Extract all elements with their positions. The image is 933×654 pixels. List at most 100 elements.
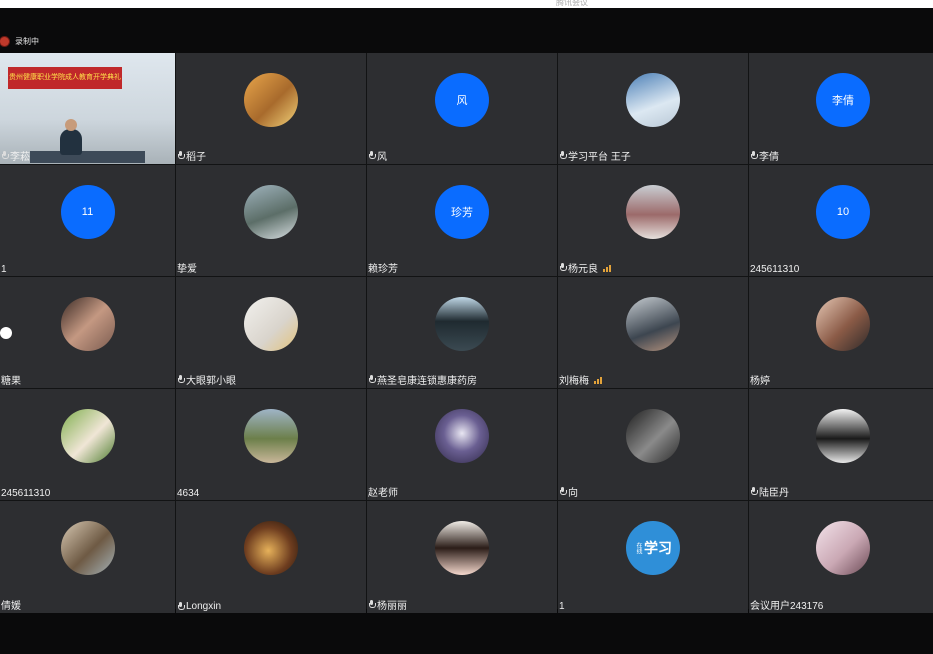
participant-tile[interactable]: 学习平台 王子 (558, 53, 748, 164)
mic-icon (177, 375, 185, 384)
avatar: 在线 学习 (626, 521, 680, 575)
avatar (244, 521, 298, 575)
recording-label: 录制中 (15, 36, 39, 46)
participant-name: 向 (559, 484, 578, 499)
avatar (435, 521, 489, 575)
participant-tile[interactable]: 杨婷 (749, 277, 933, 388)
participant-tile[interactable]: 245611310 (0, 389, 175, 500)
participant-name: 1 (1, 264, 7, 275)
avatar (60, 297, 115, 351)
avatar (626, 297, 680, 351)
mic-icon (177, 602, 185, 611)
participant-name: 李倩 (750, 148, 779, 163)
floating-handle[interactable] (0, 327, 12, 339)
avatar (816, 409, 870, 463)
mic-icon (559, 263, 567, 272)
participant-tile[interactable]: 贵州健康职业学院成人教育开学典礼 李菘 (0, 53, 175, 164)
mic-icon (368, 151, 376, 160)
participant-tile[interactable]: 糖果 (0, 277, 175, 388)
participant-name: 稻子 (177, 148, 206, 163)
video-desk (30, 151, 145, 163)
avatar (626, 409, 680, 463)
participant-name: 245611310 (750, 264, 800, 275)
participant-name: 倩媛 (1, 601, 21, 612)
mic-icon (368, 600, 376, 609)
window-title: 腾讯会议 (556, 0, 588, 7)
avatar (626, 185, 680, 239)
mic-icon (750, 487, 758, 496)
avatar: 11 (60, 185, 115, 239)
avatar: 李倩 (816, 73, 870, 127)
logo-big-text: 学习 (644, 540, 672, 556)
participant-tile[interactable]: 风 风 (367, 53, 557, 164)
avatar (816, 521, 870, 575)
avatar (435, 297, 489, 351)
participant-tile[interactable]: 杨元良 (558, 165, 748, 276)
mic-icon (368, 375, 376, 384)
participant-tile[interactable]: 陆臣丹 (749, 389, 933, 500)
participant-tile[interactable]: 11 1 (0, 165, 175, 276)
participant-name: 挚爱 (177, 264, 197, 275)
participant-name: 杨婷 (750, 376, 770, 387)
participant-tile[interactable]: 10 245611310 (749, 165, 933, 276)
participant-name: 陆臣丹 (750, 484, 789, 499)
video-banner: 贵州健康职业学院成人教育开学典礼 (8, 67, 122, 89)
avatar (60, 409, 115, 463)
mic-icon (177, 151, 185, 160)
participant-tile[interactable]: 稻子 (176, 53, 366, 164)
participant-tile[interactable]: 珍芳 赖珍芳 (367, 165, 557, 276)
avatar (244, 297, 298, 351)
participant-tile[interactable]: 在线 学习 1 (558, 501, 748, 613)
participant-tile[interactable]: 刘梅梅 (558, 277, 748, 388)
participant-name: 赵老师 (368, 488, 398, 499)
participant-name: 杨元良 (559, 260, 611, 275)
participant-name: 李菘 (1, 148, 30, 163)
mic-icon (559, 151, 567, 160)
participant-tile[interactable]: 4634 (176, 389, 366, 500)
participant-tile[interactable]: 杨丽丽 (367, 501, 557, 613)
avatar (244, 73, 298, 127)
signal-icon (603, 264, 611, 272)
logo-small-text: 在线 (635, 542, 641, 554)
mic-icon (1, 151, 9, 160)
participant-name: 1 (559, 601, 565, 612)
avatar (244, 409, 298, 463)
title-bar: 腾讯会议 (0, 0, 933, 8)
video-person (60, 129, 82, 155)
participant-tile[interactable]: 挚爱 (176, 165, 366, 276)
participant-name: 刘梅梅 (559, 372, 602, 387)
mic-icon (559, 487, 567, 496)
record-dot-icon (0, 36, 9, 46)
participant-tile[interactable]: 倩媛 (0, 501, 175, 613)
avatar (435, 409, 489, 463)
recording-indicator[interactable]: 录制中 (0, 34, 39, 48)
participant-name: 糖果 (1, 376, 21, 387)
participant-tile[interactable]: 赵老师 (367, 389, 557, 500)
participant-name: 大眼郭小眼 (177, 372, 236, 387)
participant-name: 杨丽丽 (368, 597, 407, 612)
avatar (60, 521, 115, 575)
avatar (626, 73, 680, 127)
participant-tile[interactable]: Longxin (176, 501, 366, 613)
avatar: 珍芳 (435, 185, 489, 239)
video-person-head (65, 119, 77, 131)
participant-grid: 贵州健康职业学院成人教育开学典礼 李菘 稻子 风 风 学习平台 王子 李倩 李倩… (0, 53, 933, 613)
participant-name: 245611310 (1, 488, 51, 499)
participant-tile[interactable]: 燕圣皂康连锁惠康药房 (367, 277, 557, 388)
participant-tile[interactable]: 大眼郭小眼 (176, 277, 366, 388)
participant-tile[interactable]: 会议用户243176 (749, 501, 933, 613)
avatar (816, 297, 870, 351)
avatar: 风 (435, 73, 489, 127)
participant-tile[interactable]: 李倩 李倩 (749, 53, 933, 164)
participant-name: 赖珍芳 (368, 264, 398, 275)
participant-name: 学习平台 王子 (559, 148, 631, 163)
signal-icon (594, 376, 602, 384)
participant-tile[interactable]: 向 (558, 389, 748, 500)
participant-name: Longxin (177, 601, 221, 612)
avatar: 10 (816, 185, 870, 239)
participant-name: 风 (368, 148, 387, 163)
avatar (244, 185, 298, 239)
participant-name: 会议用户243176 (750, 601, 824, 612)
mic-icon (750, 151, 758, 160)
participant-name: 燕圣皂康连锁惠康药房 (368, 372, 477, 387)
